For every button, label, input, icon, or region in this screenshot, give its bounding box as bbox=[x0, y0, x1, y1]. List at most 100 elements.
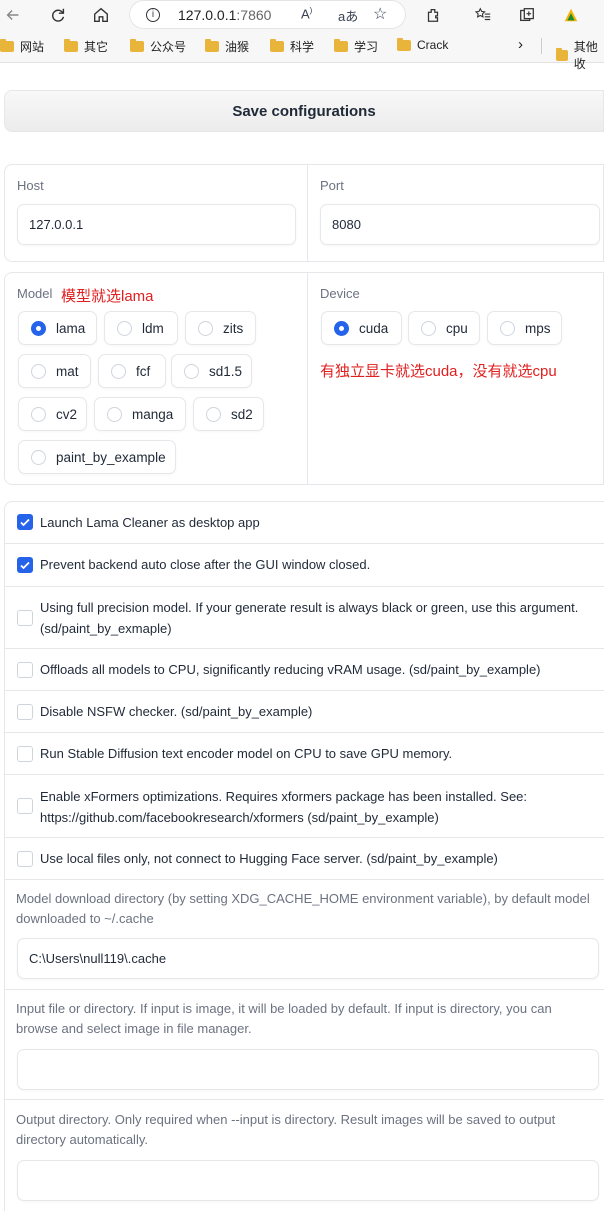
radio-unselected-icon bbox=[184, 363, 199, 379]
info-icon[interactable]: i bbox=[146, 7, 160, 22]
output-dir-input[interactable] bbox=[17, 1160, 599, 1201]
model-option-paint-by-example[interactable]: paint_by_example bbox=[18, 440, 176, 474]
checkbox-unchecked-icon[interactable] bbox=[17, 704, 33, 720]
bookmark-folder[interactable]: Crack bbox=[397, 37, 448, 52]
bookmark-folder[interactable]: 油猴 bbox=[205, 38, 249, 55]
folder-icon bbox=[270, 39, 284, 52]
checkbox-unchecked-icon[interactable] bbox=[17, 851, 33, 867]
checkbox-row[interactable]: Prevent backend auto close after the GUI… bbox=[4, 543, 604, 586]
bookmarks-bar: 网站 其它 公众号 油猴 科学 学习 Crack › 其他收 bbox=[0, 30, 604, 71]
folder-icon bbox=[205, 39, 219, 52]
address-bar[interactable]: i 127.0.0.1:7860 A) aあ ☆ bbox=[130, 1, 405, 28]
model-dir-section: Model download directory (by setting XDG… bbox=[4, 879, 604, 989]
checkbox-checked-icon[interactable] bbox=[17, 557, 33, 573]
checkbox-label: Prevent backend auto close after the GUI… bbox=[40, 557, 371, 572]
model-option-manga[interactable]: manga bbox=[94, 397, 186, 431]
checkbox-row[interactable]: Use local files only, not connect to Hug… bbox=[4, 837, 604, 879]
radio-unselected-icon bbox=[111, 363, 126, 379]
collections-icon[interactable] bbox=[516, 4, 538, 26]
bookmark-folder[interactable]: 网站 bbox=[0, 38, 44, 55]
model-option-fcf[interactable]: fcf bbox=[98, 354, 166, 388]
model-panel: Model 模型就选lama lama ldm zits mat fcf sd1… bbox=[4, 272, 308, 485]
model-option-zits[interactable]: zits bbox=[185, 311, 256, 345]
radio-unselected-icon bbox=[117, 320, 132, 336]
checkbox-row[interactable]: Launch Lama Cleaner as desktop app bbox=[4, 501, 604, 543]
host-panel: Host 127.0.0.1 bbox=[4, 164, 308, 262]
input-dir-section: Input file or directory. If input is ima… bbox=[4, 989, 604, 1099]
checkbox-label: Run Stable Diffusion text encoder model … bbox=[40, 746, 453, 761]
device-option-cpu[interactable]: cpu bbox=[408, 311, 480, 345]
radio-selected-icon bbox=[31, 320, 46, 336]
checkbox-row[interactable]: Using full precision model. If your gene… bbox=[4, 586, 604, 648]
radio-unselected-icon bbox=[500, 320, 515, 336]
save-configurations-button[interactable]: Save configurations bbox=[4, 90, 604, 132]
checkbox-label: Offloads all models to CPU, significantl… bbox=[40, 662, 541, 677]
checkbox-label: Disable NSFW checker. (sd/paint_by_examp… bbox=[40, 704, 313, 719]
device-option-mps[interactable]: mps bbox=[487, 311, 562, 345]
model-option-mat[interactable]: mat bbox=[18, 354, 91, 388]
folder-icon bbox=[130, 39, 144, 52]
port-panel: Port 8080 bbox=[307, 164, 604, 262]
checkbox-label: Use local files only, not connect to Hug… bbox=[40, 851, 498, 866]
output-dir-label: Output directory. Only required when --i… bbox=[16, 1112, 556, 1147]
checkbox-unchecked-icon[interactable] bbox=[17, 798, 33, 814]
checkbox-row[interactable]: Run Stable Diffusion text encoder model … bbox=[4, 732, 604, 774]
device-option-cuda[interactable]: cuda bbox=[321, 311, 402, 345]
device-annotation: 有独立显卡就选cuda，没有就选cpu bbox=[320, 363, 557, 380]
bookmark-folder[interactable]: 公众号 bbox=[130, 38, 186, 55]
host-label: Host bbox=[17, 178, 44, 193]
model-dir-input[interactable]: C:\Users\null119\.cache bbox=[17, 938, 599, 979]
checkbox-unchecked-icon[interactable] bbox=[17, 746, 33, 762]
checkbox-unchecked-icon[interactable] bbox=[17, 610, 33, 626]
home-icon[interactable] bbox=[90, 4, 112, 26]
model-option-cv2[interactable]: cv2 bbox=[18, 397, 87, 431]
folder-icon bbox=[64, 39, 78, 52]
checkbox-label: Using full precision model. If your gene… bbox=[40, 600, 579, 636]
favorites-icon[interactable] bbox=[472, 4, 494, 26]
checkbox-label: Enable xFormers optimizations. Requires … bbox=[40, 789, 528, 825]
folder-icon bbox=[334, 39, 348, 52]
checkbox-checked-icon[interactable] bbox=[17, 514, 33, 530]
checkbox-label: Launch Lama Cleaner as desktop app bbox=[40, 515, 260, 530]
folder-icon bbox=[556, 47, 568, 61]
url-text: 127.0.0.1:7860 bbox=[178, 6, 272, 23]
model-option-lama[interactable]: lama bbox=[18, 311, 97, 345]
radio-selected-icon bbox=[334, 320, 349, 336]
chevron-right-icon[interactable]: › bbox=[518, 36, 523, 53]
port-input[interactable]: 8080 bbox=[320, 204, 600, 245]
output-dir-section: Output directory. Only required when --i… bbox=[4, 1099, 604, 1204]
checkbox-row[interactable]: Enable xFormers optimizations. Requires … bbox=[4, 774, 604, 837]
bookmark-folder[interactable]: 学习 bbox=[334, 38, 378, 55]
model-option-sd15[interactable]: sd1.5 bbox=[171, 354, 252, 388]
profile-icon[interactable] bbox=[560, 4, 582, 26]
input-dir-input[interactable] bbox=[17, 1049, 599, 1090]
model-label: Model bbox=[17, 286, 53, 301]
radio-unselected-icon bbox=[107, 406, 122, 422]
bookmark-folder[interactable]: 科学 bbox=[270, 38, 314, 55]
checkbox-row[interactable]: Disable NSFW checker. (sd/paint_by_examp… bbox=[4, 690, 604, 732]
radio-unselected-icon bbox=[31, 449, 46, 465]
radio-unselected-icon bbox=[206, 406, 221, 422]
extensions-icon[interactable] bbox=[422, 4, 444, 26]
browser-toolbar: i 127.0.0.1:7860 A) aあ ☆ bbox=[0, 0, 604, 30]
model-annotation: 模型就选lama bbox=[61, 288, 154, 305]
bookmark-folder[interactable]: 其它 bbox=[64, 38, 108, 55]
bookmark-folder[interactable]: 其他收 bbox=[556, 38, 604, 72]
bookmarks-divider bbox=[541, 38, 542, 54]
favorite-add-icon[interactable]: ☆ bbox=[373, 4, 387, 24]
read-aloud-icon[interactable]: A) bbox=[301, 6, 312, 21]
model-dir-label: Model download directory (by setting XDG… bbox=[16, 891, 590, 926]
host-input[interactable]: 127.0.0.1 bbox=[17, 204, 296, 245]
checkbox-row[interactable]: Offloads all models to CPU, significantl… bbox=[4, 648, 604, 690]
translate-icon[interactable]: aあ bbox=[338, 6, 358, 25]
folder-icon bbox=[0, 39, 14, 52]
device-label: Device bbox=[320, 286, 360, 301]
checkbox-unchecked-icon[interactable] bbox=[17, 662, 33, 678]
model-option-sd2[interactable]: sd2 bbox=[193, 397, 264, 431]
refresh-icon[interactable] bbox=[47, 4, 69, 26]
back-icon[interactable] bbox=[2, 4, 24, 26]
radio-unselected-icon bbox=[198, 320, 213, 336]
folder-icon bbox=[397, 37, 411, 51]
model-option-ldm[interactable]: ldm bbox=[104, 311, 178, 345]
radio-unselected-icon bbox=[31, 406, 46, 422]
